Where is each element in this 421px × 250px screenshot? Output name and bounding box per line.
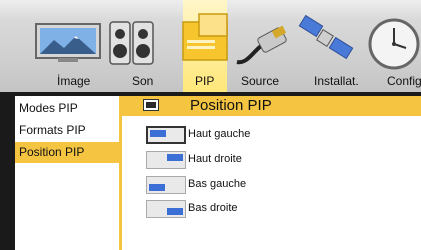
- pip-bottom-left-icon: [146, 176, 186, 194]
- submenu-item-modes-pip[interactable]: Modes PIP: [15, 98, 119, 119]
- option-label: Haut droite: [188, 153, 242, 165]
- clock-icon[interactable]: [362, 14, 421, 70]
- cable-plug-icon[interactable]: [233, 22, 289, 70]
- pip-icon[interactable]: [179, 10, 231, 66]
- tab-son[interactable]: Son: [132, 74, 153, 88]
- option-label: Bas gauche: [188, 178, 247, 190]
- submenu-panel: Modes PIP Formats PIP Position PIP: [15, 96, 122, 250]
- submenu-item-position-pip[interactable]: Position PIP: [15, 142, 119, 163]
- satellite-icon[interactable]: [295, 12, 359, 68]
- panel-border-left: [0, 92, 15, 250]
- tab-image[interactable]: İmage: [57, 74, 90, 88]
- tab-source[interactable]: Source: [241, 74, 279, 88]
- pip-top-left-icon: [146, 126, 186, 144]
- tab-pip[interactable]: PIP: [195, 74, 214, 88]
- pip-top-right-icon: [146, 151, 186, 169]
- submenu-item-formats-pip[interactable]: Formats PIP: [15, 120, 119, 141]
- landscape-icon[interactable]: [34, 22, 102, 64]
- option-label: Bas droite: [188, 202, 238, 214]
- pip-window-icon: [143, 99, 159, 111]
- option-label: Haut gauche: [188, 128, 251, 140]
- panel-title: Position PIP: [190, 97, 272, 114]
- menu-tab-bar: İmage Son PIP Source Installat. Config: [0, 0, 421, 92]
- tab-installation[interactable]: Installat.: [314, 74, 359, 88]
- speaker-icon[interactable]: [108, 18, 156, 68]
- pip-bottom-right-icon: [146, 200, 186, 218]
- tab-config[interactable]: Config: [387, 74, 421, 88]
